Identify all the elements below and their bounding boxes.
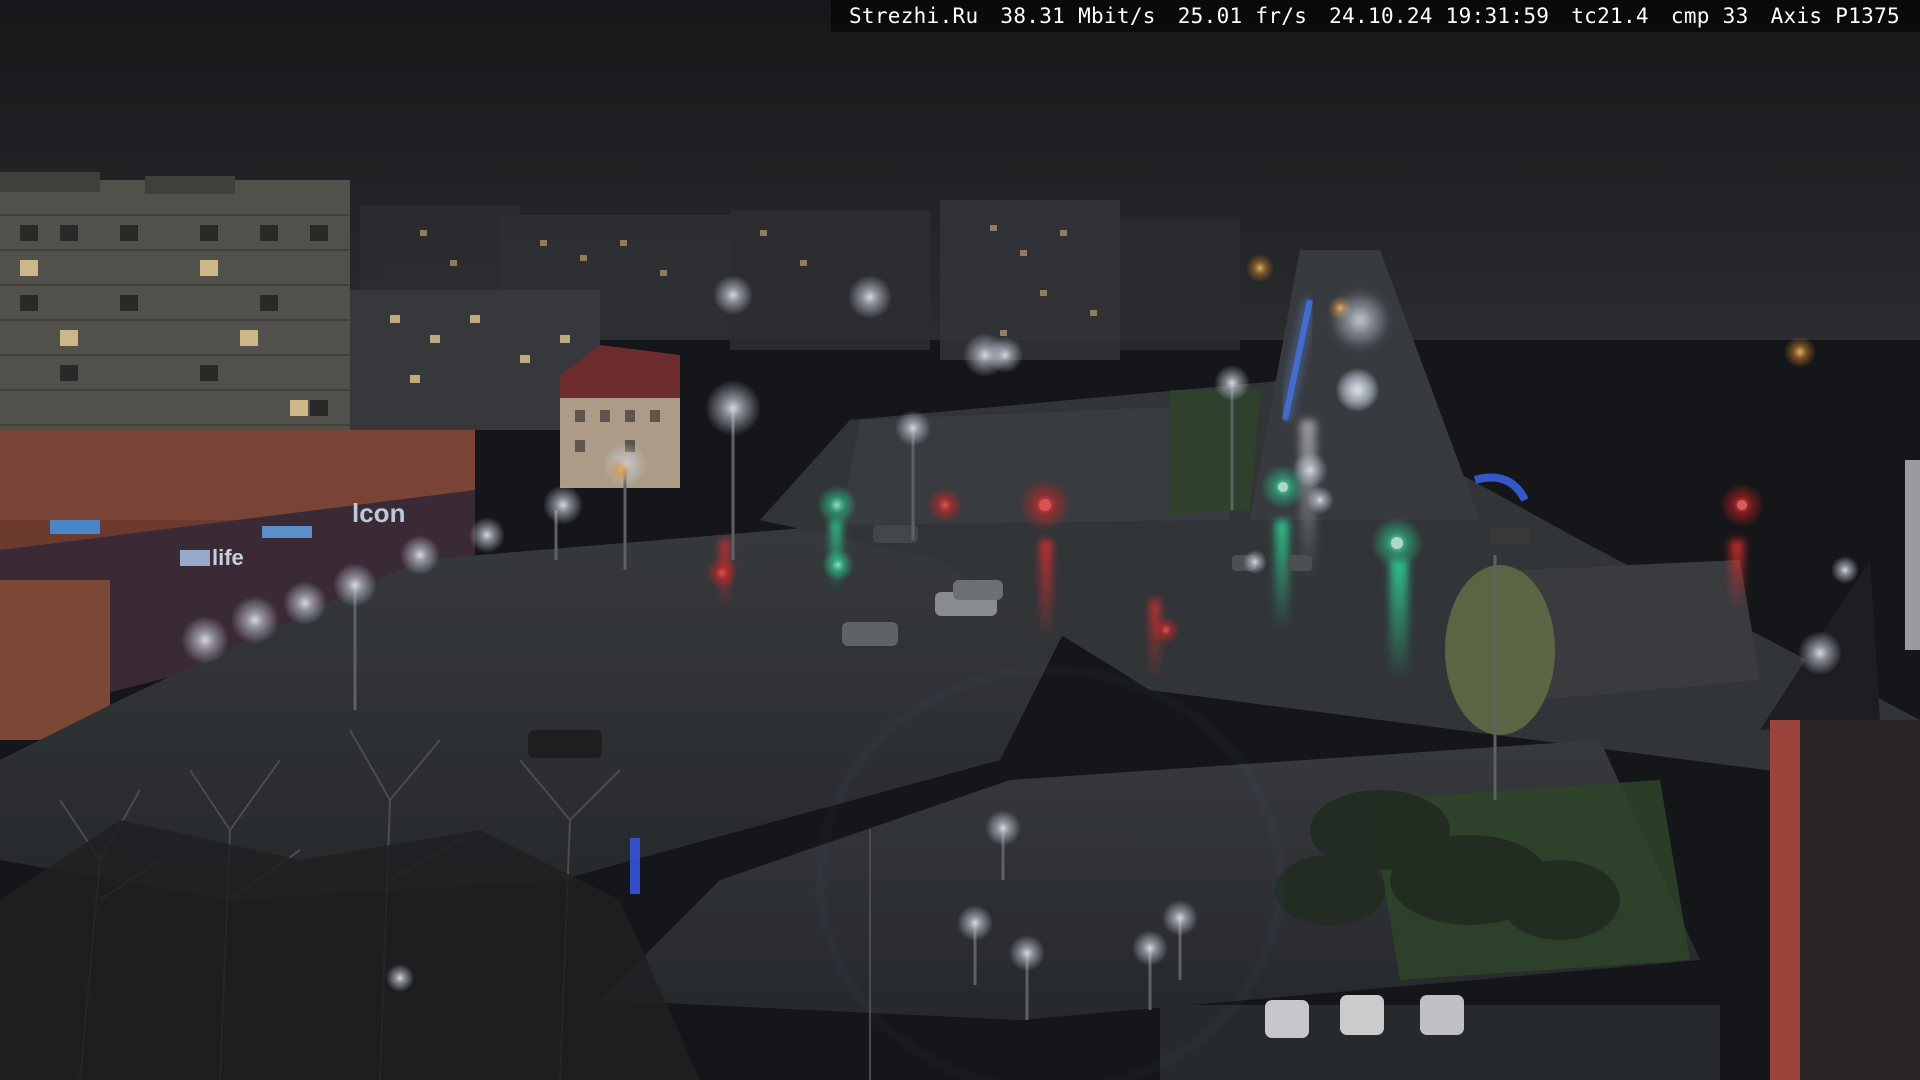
camera-model: Axis P1375: [1770, 4, 1900, 28]
temperature-readout: tc21.4: [1571, 4, 1649, 28]
camera-info-overlay: Strezhi.Ru 38.31 Mbit/s 25.01 fr/s 24.10…: [830, 0, 1920, 32]
camera-frame: lcon life Strezhi.Ru 38.31 Mbit/s 25.01 …: [0, 0, 1920, 1080]
compression-readout: cmp 33: [1670, 4, 1749, 28]
night-street-scene: lcon life: [0, 0, 1920, 1080]
bitrate-readout: 38.31 Mbit/s: [1000, 4, 1156, 28]
timestamp-readout: 24.10.24 19:31:59: [1329, 4, 1550, 28]
site-name: Strezhi.Ru: [848, 4, 979, 28]
fog-haze: [0, 0, 1920, 1080]
framerate-readout: 25.01 fr/s: [1177, 4, 1308, 28]
